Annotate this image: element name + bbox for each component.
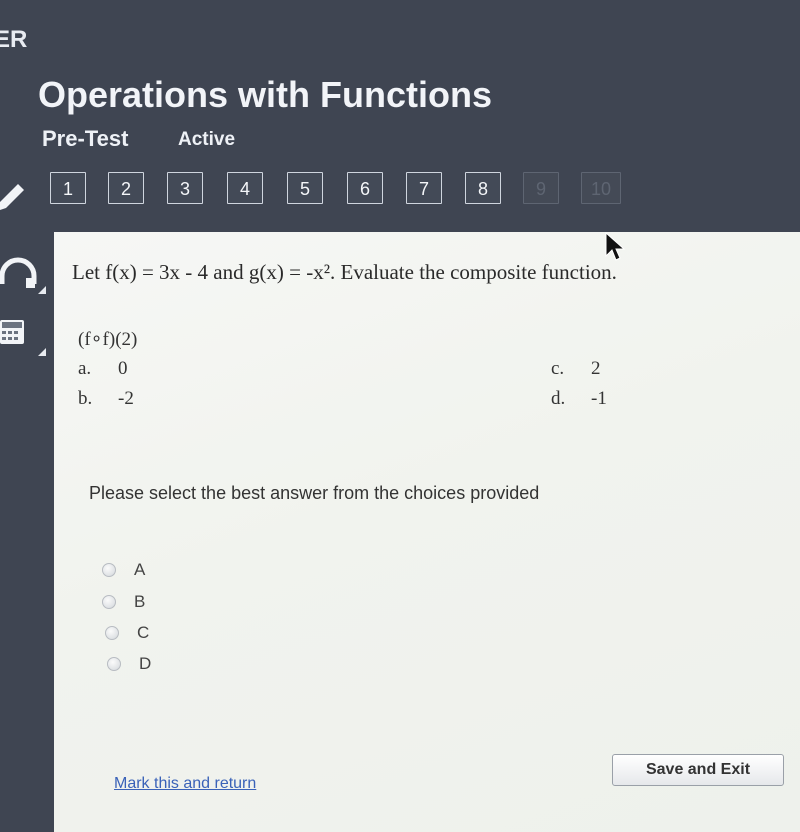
page-title: Operations with Functions: [38, 74, 493, 115]
choice-value: -1: [591, 388, 607, 409]
choice-letter: c.: [551, 358, 565, 379]
question-prompt: Let f(x) = 3x - 4 and g(x) = -x². Evalua…: [72, 260, 617, 284]
question-nav-button-1[interactable]: 1: [50, 172, 86, 204]
pencil-icon: [0, 184, 24, 210]
choice-b: b. -2: [78, 388, 134, 410]
mark-and-return-link[interactable]: Mark this and return: [114, 775, 256, 793]
answer-option-d[interactable]: D: [107, 652, 151, 676]
choice-value: 2: [591, 358, 601, 379]
question-panel: [54, 232, 800, 832]
choice-value: -2: [118, 388, 134, 409]
choice-letter: b.: [78, 388, 93, 409]
question-nav-button-5[interactable]: 5: [287, 172, 323, 204]
radio-button[interactable]: [107, 657, 121, 671]
pencil-tool-button[interactable]: [0, 172, 44, 216]
choice-value: 0: [118, 358, 128, 379]
choice-a: a. 0: [78, 358, 128, 380]
test-type: Pre-Test: [42, 126, 129, 151]
answer-option-label: A: [134, 560, 146, 579]
question-nav-button-8[interactable]: 8: [465, 172, 501, 204]
audio-tool-button[interactable]: [0, 250, 46, 294]
answer-option-label: D: [139, 654, 152, 673]
answer-option-a[interactable]: A: [102, 558, 145, 582]
radio-button[interactable]: [102, 595, 116, 609]
question-expression: (f∘f)(2): [78, 329, 138, 350]
question-nav-button-10: 10: [581, 172, 621, 204]
radio-button[interactable]: [102, 563, 116, 577]
mouse-cursor-icon: [605, 232, 626, 261]
question-nav-button-2[interactable]: 2: [108, 172, 144, 204]
question-nav-button-6[interactable]: 6: [347, 172, 383, 204]
save-and-exit-button[interactable]: Save and Exit: [612, 754, 784, 786]
test-status: Active: [178, 129, 236, 150]
choice-d: d. -1: [551, 388, 607, 410]
answer-instruction: Please select the best answer from the c…: [89, 483, 540, 503]
tool-menu-indicator: [38, 348, 46, 356]
answer-option-c[interactable]: C: [105, 621, 149, 645]
question-nav-button-4[interactable]: 4: [227, 172, 263, 204]
radio-button[interactable]: [105, 626, 119, 640]
question-nav-button-3[interactable]: 3: [167, 172, 203, 204]
question-nav-button-9: 9: [523, 172, 559, 204]
answer-option-b[interactable]: B: [102, 590, 145, 614]
question-nav-button-7[interactable]: 7: [406, 172, 442, 204]
answer-option-label: C: [137, 623, 150, 642]
choice-letter: d.: [551, 388, 566, 409]
brand-logo-fragment: ER: [0, 26, 28, 53]
tool-menu-indicator: [38, 286, 46, 294]
choice-c: c. 2: [551, 358, 601, 380]
calculator-tool-button[interactable]: [0, 312, 46, 356]
answer-option-label: B: [134, 592, 146, 611]
choice-letter: a.: [78, 358, 92, 379]
